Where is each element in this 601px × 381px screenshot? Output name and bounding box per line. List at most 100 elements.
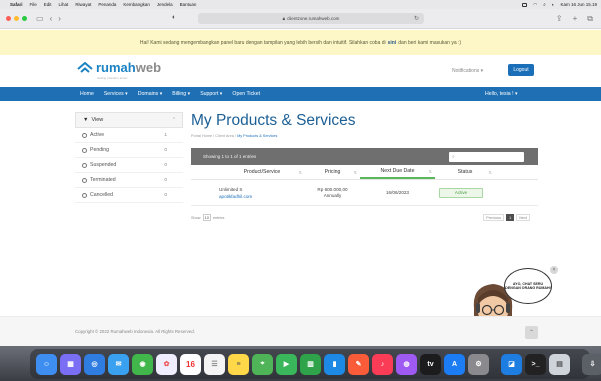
table-search-input[interactable]: ⌕ xyxy=(449,152,524,162)
account-menu[interactable]: Hello, tesia ! ▾ xyxy=(485,91,518,97)
nav-home[interactable]: Home xyxy=(80,91,94,97)
announcement-link[interactable]: sini xyxy=(388,40,397,46)
site-header: rumahweb hosting | domain | server Notif… xyxy=(0,55,601,87)
tab-overview-icon[interactable]: ⧉ xyxy=(587,14,593,24)
breadcrumb-home[interactable]: Portal Home xyxy=(191,134,212,138)
downloads-folder-icon[interactable]: ⇩ xyxy=(582,353,601,375)
column-pricing[interactable]: Pricing ⇅ xyxy=(305,165,360,179)
close-window-icon[interactable] xyxy=(6,16,11,21)
finder-icon[interactable]: ☺ xyxy=(36,353,57,375)
site-footer: Copyright © 2022 Rumahweb Indonesia. All… xyxy=(0,316,601,346)
maps-icon[interactable]: ⌖ xyxy=(252,353,273,375)
product-cell[interactable]: Unlimited S apotikfadhil.com xyxy=(219,186,305,200)
menu-file[interactable]: File xyxy=(30,2,37,7)
menu-history[interactable]: Riwayat xyxy=(75,2,91,7)
radio-icon[interactable] xyxy=(82,177,87,183)
nav-open-ticket[interactable]: Open Ticket xyxy=(232,91,260,97)
column-label: Status xyxy=(457,169,473,175)
product-domain-link[interactable]: apotikfadhil.com xyxy=(219,193,305,200)
sidebar-item-active[interactable]: Active 1 xyxy=(75,128,183,143)
photos-icon[interactable]: ✿ xyxy=(156,353,177,375)
radio-icon[interactable] xyxy=(82,147,87,153)
notes-icon[interactable]: ≡ xyxy=(228,353,249,375)
column-status[interactable]: Status ⇅ xyxy=(435,165,495,179)
macos-dock: ☺ ▦ ◎ ✉ ◉ ✿ 16 ☰ ≡ ⌖ ▶ ▥ ▮ ✎ ♪ ◍ tv A ⚙ … xyxy=(30,349,601,379)
podcasts-icon[interactable]: ◍ xyxy=(396,353,417,375)
minimize-window-icon[interactable] xyxy=(14,16,19,21)
pagination-next[interactable]: Next xyxy=(516,214,530,221)
sidebar-toggle-icon[interactable]: ▭ xyxy=(36,14,44,23)
close-icon[interactable]: × xyxy=(550,266,558,274)
menu-view[interactable]: Lihat xyxy=(59,2,69,7)
wifi-icon[interactable]: ◠ xyxy=(533,2,537,8)
nav-billing[interactable]: Billing ▾ xyxy=(172,91,190,97)
notifications-dropdown[interactable]: Notifications ▾ xyxy=(452,68,483,74)
menubar-clock[interactable]: Kam 16 Jun 15.19 xyxy=(560,2,597,7)
sidebar-item-cancelled[interactable]: Cancelled 0 xyxy=(75,188,183,203)
app-store-icon[interactable]: A xyxy=(444,353,465,375)
announcement-text: Hai! Kami sedang mengembangkan panel bar… xyxy=(139,39,386,46)
menu-help[interactable]: Bantuan xyxy=(180,2,197,7)
lock-icon: 🔒︎ xyxy=(282,16,286,21)
menu-bookmarks[interactable]: Penanda xyxy=(98,2,116,7)
breadcrumb-client-area[interactable]: Client Area xyxy=(215,134,234,138)
pages-icon[interactable]: ✎ xyxy=(348,353,369,375)
logout-button[interactable]: Logout xyxy=(508,64,534,76)
safari-icon[interactable]: ◎ xyxy=(84,353,105,375)
chat-bubble[interactable]: AYO, CHAT SERU DENGAN ORANG RUMAH! xyxy=(504,268,552,304)
reload-icon[interactable]: ↻ xyxy=(414,15,419,22)
chevron-up-icon[interactable]: ⌃ xyxy=(172,117,176,123)
tv-icon[interactable]: tv xyxy=(420,353,441,375)
sidebar-item-suspended[interactable]: Suspended 0 xyxy=(75,158,183,173)
back-icon[interactable]: ‹ xyxy=(50,14,53,23)
table-row[interactable]: Unlimited S apotikfadhil.com Rp 600.000,… xyxy=(191,180,538,206)
entries-select[interactable]: 10 xyxy=(202,214,211,221)
privacy-shield-icon[interactable]: ◐ xyxy=(172,14,176,21)
menu-safari[interactable]: Safari xyxy=(10,2,23,7)
menu-window[interactable]: Jendela xyxy=(157,2,173,7)
system-preferences-icon[interactable]: ⚙ xyxy=(468,353,489,375)
logo-text-suffix: web xyxy=(135,60,162,75)
sidebar-item-pending[interactable]: Pending 0 xyxy=(75,143,183,158)
pagination-page-1[interactable]: 1 xyxy=(506,214,515,221)
nav-support[interactable]: Support ▾ xyxy=(200,91,222,97)
contacts-icon[interactable]: ☰ xyxy=(204,353,225,375)
facetime-icon[interactable]: ▶ xyxy=(276,353,297,375)
search-icon[interactable]: ⌕ xyxy=(543,2,546,7)
zoom-window-icon[interactable] xyxy=(22,16,27,21)
nav-domains[interactable]: Domains ▾ xyxy=(138,91,163,97)
calendar-icon[interactable]: 16 xyxy=(180,353,201,375)
rumahweb-logo[interactable]: rumahweb hosting | domain | server xyxy=(77,60,162,80)
music-icon[interactable]: ♪ xyxy=(372,353,393,375)
mail-icon[interactable]: ✉ xyxy=(108,353,129,375)
pagination-previous[interactable]: Previous xyxy=(483,214,505,221)
radio-icon[interactable] xyxy=(82,162,87,168)
column-product-service[interactable]: Product/Service ⇅ xyxy=(219,165,305,179)
browser-toolbar: ▭ ‹ › ◐ 🔒︎ clientzone.rumahweb.com ↻ ⇪ +… xyxy=(0,9,601,29)
numbers-icon[interactable]: ▥ xyxy=(300,353,321,375)
column-next-due-date[interactable]: Next Due Date ⇅ xyxy=(360,165,435,179)
forward-icon[interactable]: › xyxy=(58,14,61,23)
new-tab-icon[interactable]: + xyxy=(573,14,578,24)
terminal-icon[interactable]: >_ xyxy=(525,353,546,375)
preview-icon[interactable]: ▤ xyxy=(549,353,570,375)
messages-icon[interactable]: ◉ xyxy=(132,353,153,375)
sidebar-item-label: Pending xyxy=(90,147,110,153)
control-center-icon[interactable]: ◐ xyxy=(552,2,555,7)
launchpad-icon[interactable]: ▦ xyxy=(60,353,81,375)
sidebar-header[interactable]: ▼ View ⌃ xyxy=(75,112,183,128)
menu-develop[interactable]: Kembangkan xyxy=(123,2,150,7)
menu-edit[interactable]: Edit xyxy=(44,2,52,7)
back-to-top-button[interactable]: ⌃ xyxy=(525,326,538,339)
sidebar-item-terminated[interactable]: Terminated 0 xyxy=(75,173,183,188)
breadcrumb: Portal Home / Client Area / My Products … xyxy=(191,134,538,138)
radio-icon[interactable] xyxy=(82,192,87,198)
table-info-bar: Showing 1 to 1 of 1 entries ⌕ xyxy=(191,148,538,165)
battery-icon[interactable] xyxy=(522,2,528,7)
share-icon[interactable]: ⇪ xyxy=(556,14,563,24)
recent-app-icon[interactable]: ◪ xyxy=(501,353,522,375)
nav-services[interactable]: Services ▾ xyxy=(104,91,128,97)
keynote-icon[interactable]: ▮ xyxy=(324,353,345,375)
radio-icon[interactable] xyxy=(82,132,87,138)
address-bar[interactable]: 🔒︎ clientzone.rumahweb.com ↻ xyxy=(198,13,424,24)
